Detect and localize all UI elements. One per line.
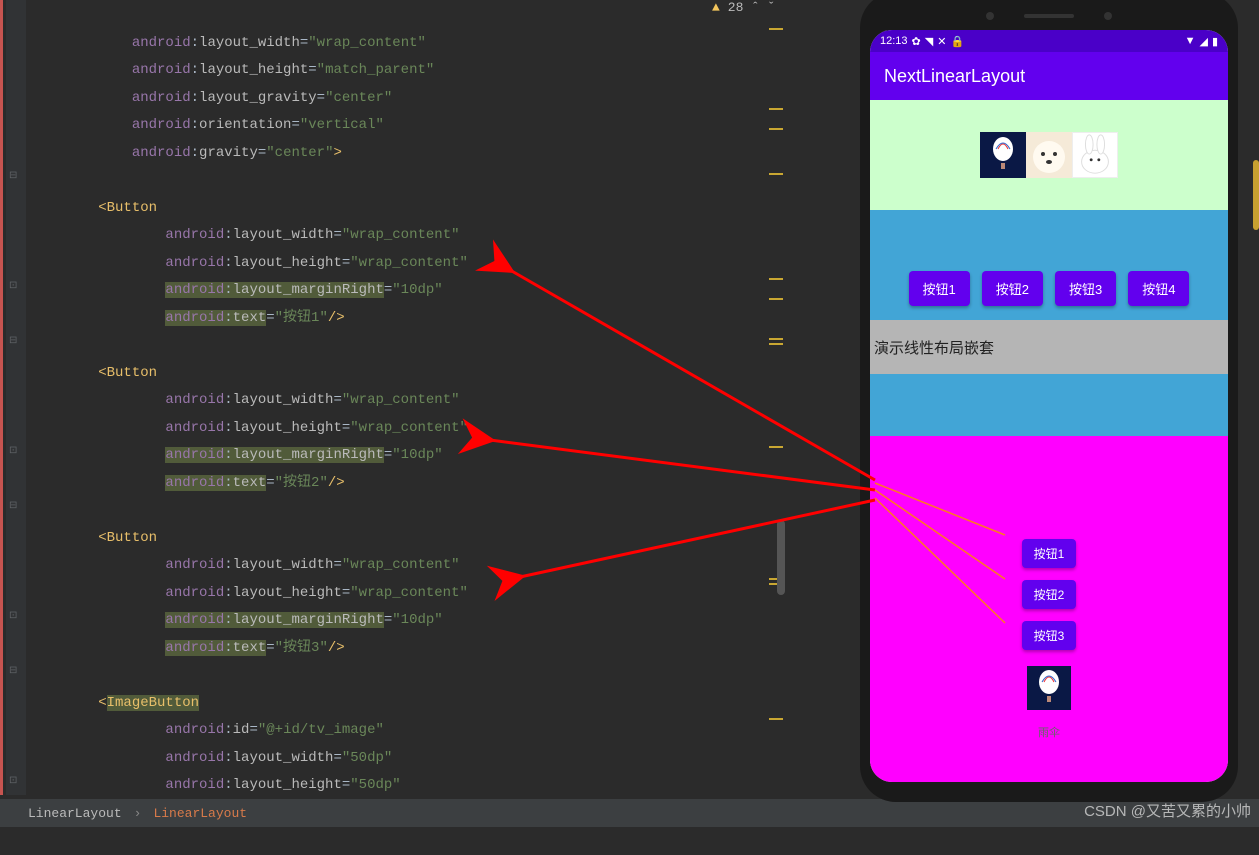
fold-icon[interactable]: ⊟: [9, 335, 23, 349]
vbutton-3[interactable]: 按钮3: [1022, 621, 1077, 650]
fold-icon[interactable]: ⊡: [9, 610, 23, 624]
gutter: ⊟ ⊡ ⊟ ⊡ ⊟ ⊡ ⊟ ⊡: [6, 0, 26, 795]
signal-icon: ✕: [937, 35, 946, 48]
fold-icon[interactable]: ⊡: [9, 445, 23, 459]
vbutton-2[interactable]: 按钮2: [1022, 580, 1077, 609]
image-button[interactable]: [1027, 666, 1071, 710]
rabbit-image: [1072, 132, 1118, 178]
button-row: 按钮1 按钮2 按钮3 按钮4: [870, 210, 1228, 320]
wifi-icon: ▼: [1185, 35, 1196, 47]
watermark: CSDN @又苦又累的小帅: [1084, 800, 1251, 821]
breadcrumb-item[interactable]: LinearLayout: [153, 806, 247, 821]
code-content[interactable]: android:layout_width="wrap_content" andr…: [23, 0, 785, 855]
lock-icon: 🔒: [950, 35, 964, 48]
breadcrumb-item[interactable]: LinearLayout: [28, 806, 122, 821]
fold-icon[interactable]: ⊡: [9, 280, 23, 294]
signal-icon: ◢: [1199, 35, 1207, 48]
balloon-image: [980, 132, 1026, 178]
button-4[interactable]: 按钮4: [1128, 271, 1189, 306]
inspection-summary[interactable]: ▲ 28 ˆ ˇ: [712, 0, 775, 15]
dog-image: [1026, 132, 1072, 178]
fold-icon[interactable]: ⊟: [9, 500, 23, 514]
demo-text: 演示线性布局嵌套: [870, 320, 1228, 374]
page-scroll-indicator[interactable]: [1253, 160, 1259, 230]
button-2[interactable]: 按钮2: [982, 271, 1043, 306]
vertical-button-column: 按钮1 按钮2 按钮3 雨伞: [870, 436, 1228, 782]
prev-highlight-icon[interactable]: ˆ: [751, 0, 759, 15]
image-row: [870, 100, 1228, 210]
chevron-right-icon: ›: [134, 806, 142, 821]
image-caption: 雨伞: [1038, 724, 1060, 740]
error-stripe[interactable]: [765, 18, 785, 788]
blue-spacer: [870, 374, 1228, 436]
code-editor[interactable]: ⊟ ⊡ ⊟ ⊡ ⊟ ⊡ ⊟ ⊡ ▲ 28 ˆ ˇ android:layout_…: [0, 0, 785, 795]
fold-icon[interactable]: ⊟: [9, 170, 23, 184]
warning-icon: ▲: [712, 0, 720, 15]
device-screen: 12:13 ✿ ◥ ✕ 🔒 ▼ ◢ ▮ NextLinearLayout: [870, 30, 1228, 782]
status-time: 12:13: [880, 35, 908, 47]
device-notch: [870, 2, 1228, 30]
button-1[interactable]: 按钮1: [909, 271, 970, 306]
fold-icon[interactable]: ⊟: [9, 665, 23, 679]
scrollbar-thumb[interactable]: [777, 520, 785, 595]
next-highlight-icon[interactable]: ˇ: [767, 0, 775, 15]
button-3[interactable]: 按钮3: [1055, 271, 1116, 306]
wifi-icon: ◥: [925, 35, 933, 48]
app-title: NextLinearLayout: [884, 66, 1025, 87]
battery-icon: ▮: [1212, 35, 1218, 48]
fold-icon[interactable]: ⊡: [9, 775, 23, 789]
status-bar: 12:13 ✿ ◥ ✕ 🔒 ▼ ◢ ▮: [870, 30, 1228, 52]
warning-count: 28: [728, 0, 744, 15]
breadcrumb-bar: LinearLayout › LinearLayout: [0, 799, 1259, 827]
device-preview: 12:13 ✿ ◥ ✕ 🔒 ▼ ◢ ▮ NextLinearLayout: [860, 0, 1238, 802]
app-bar: NextLinearLayout: [870, 52, 1228, 100]
vbutton-1[interactable]: 按钮1: [1022, 539, 1077, 568]
gear-icon: ✿: [912, 35, 921, 48]
